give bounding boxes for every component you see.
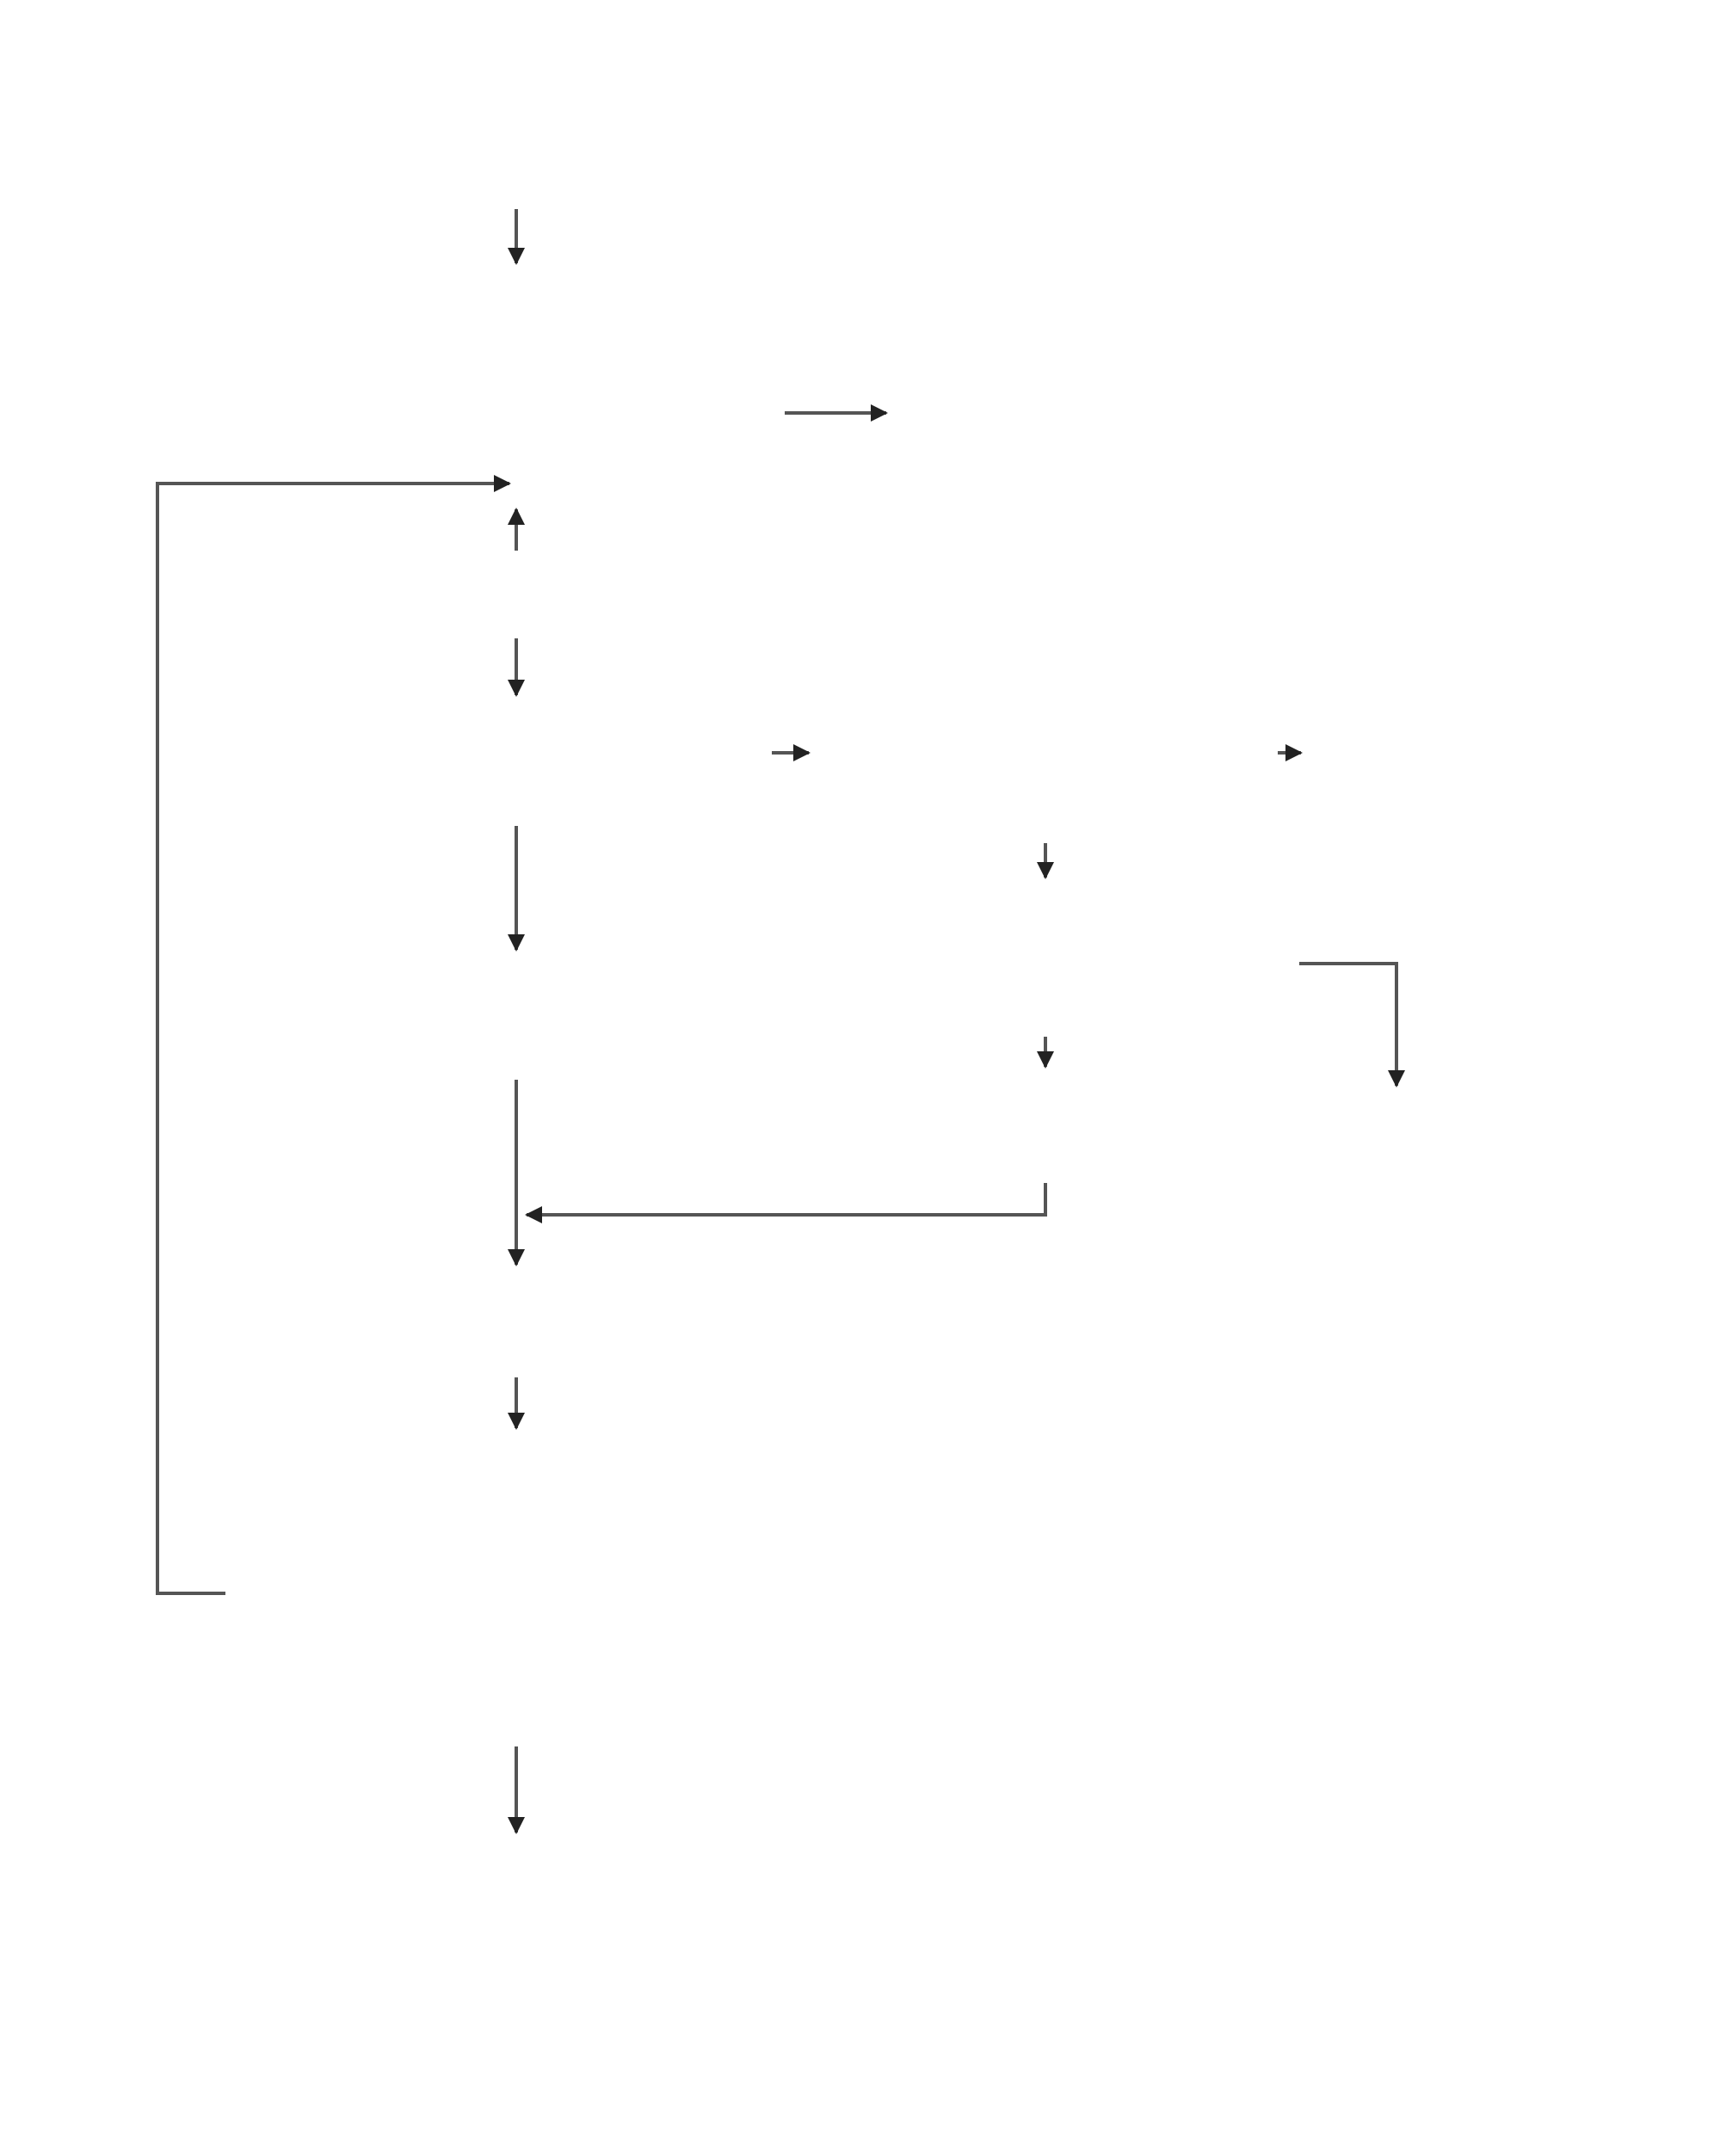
connectors <box>156 209 1405 1834</box>
arrow-protection2-merge <box>525 1183 1047 1223</box>
arrow-end-no <box>1299 962 1405 1087</box>
flowchart-main <box>0 0 1720 2156</box>
arrow-next-branch-loop <box>156 475 511 1595</box>
